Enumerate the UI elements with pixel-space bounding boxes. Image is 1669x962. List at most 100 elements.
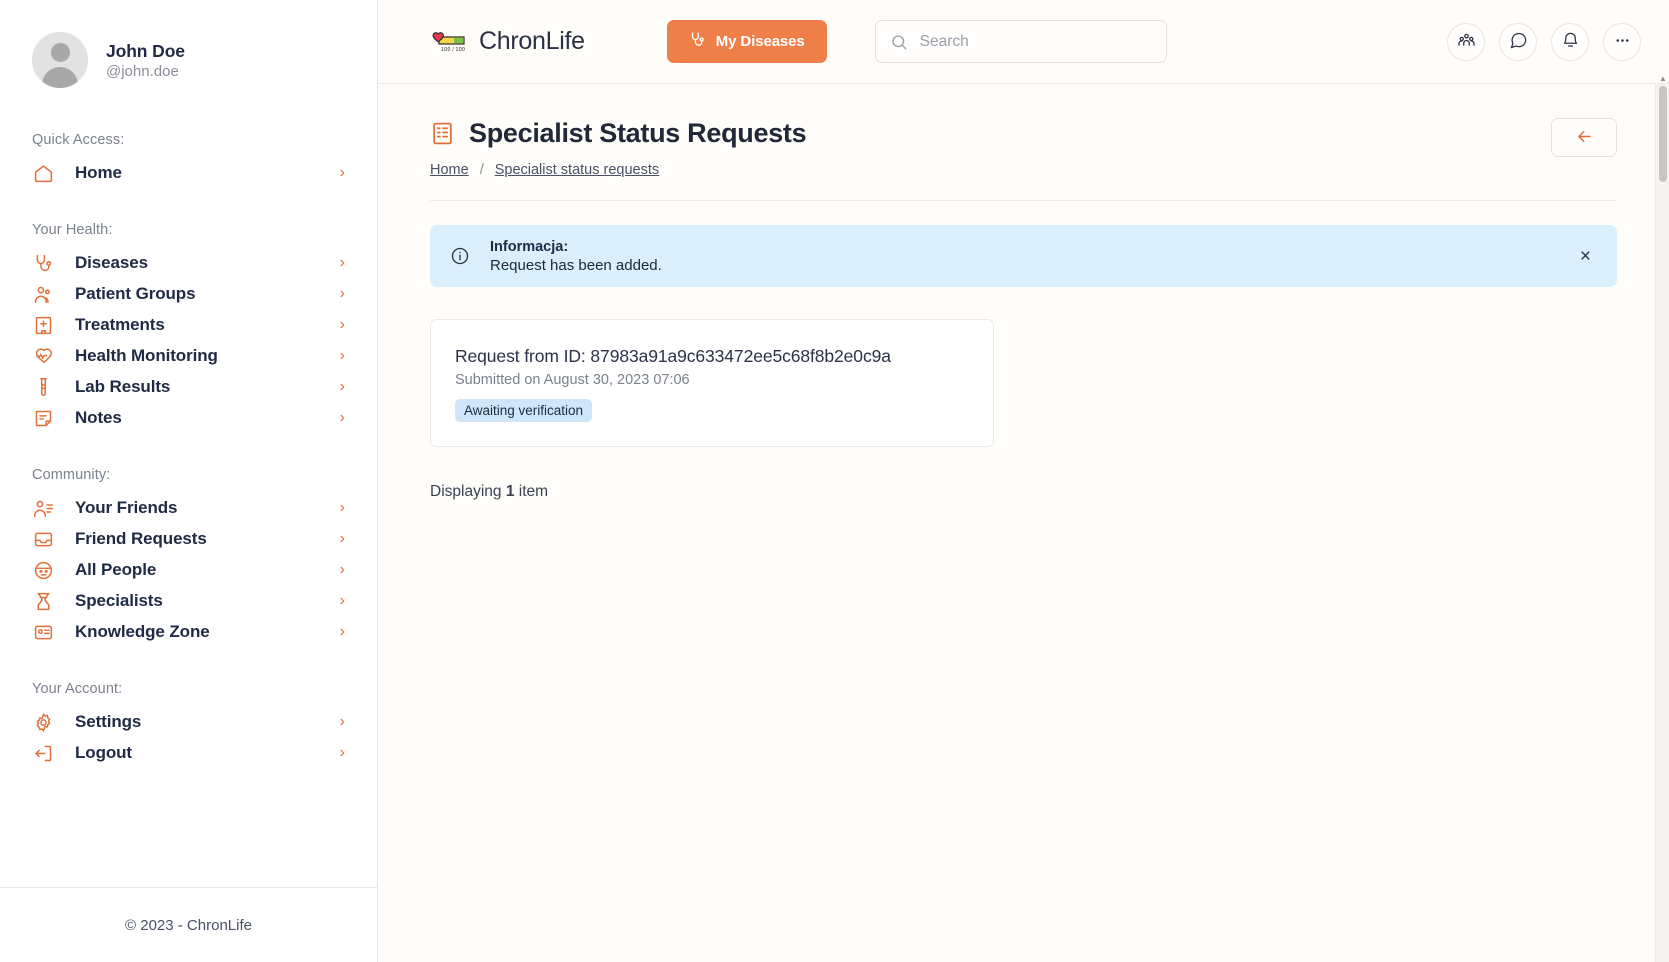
breadcrumb-item-current[interactable]: Specialist status requests: [495, 162, 659, 178]
user-list-icon: [32, 497, 54, 519]
request-card-title: Request from ID: 87983a91a9c633472ee5c68…: [455, 346, 891, 366]
chevron-right-icon: ›: [339, 254, 345, 271]
breadcrumb-item-home[interactable]: Home: [430, 162, 469, 178]
sidebar-item-your-friends[interactable]: Your Friends ›: [30, 493, 347, 523]
sidebar-item-notes[interactable]: Notes ›: [30, 403, 347, 433]
alert-close-button[interactable]: ×: [1576, 247, 1595, 266]
displaying-suffix: item: [514, 483, 549, 500]
sidebar-item-specialists[interactable]: Specialists ›: [30, 586, 347, 616]
sidebar-item-lab-results[interactable]: Lab Results ›: [30, 372, 347, 402]
request-card-submitted: Submitted on August 30, 2023 07:06: [455, 372, 690, 388]
heart-healthbar-logo-icon: 100 / 100: [430, 29, 466, 55]
nav-group-label: Community:: [32, 467, 111, 483]
breadcrumb-separator: /: [479, 162, 484, 178]
nav-group-community: Community: Your Friends › Friend Request…: [30, 467, 347, 647]
chevron-right-icon: ›: [339, 409, 345, 426]
chevron-right-icon: ›: [339, 530, 345, 547]
sidebar-item-settings[interactable]: Settings ›: [30, 707, 347, 737]
sidebar-item-label: Diseases: [75, 253, 148, 272]
search-box[interactable]: [874, 20, 1167, 63]
more-options-button[interactable]: [1603, 22, 1641, 61]
sidebar-item-logout[interactable]: Logout ›: [30, 738, 347, 768]
sidebar-item-label: Home: [75, 163, 122, 182]
scroll-up-arrow[interactable]: ▲: [1659, 74, 1667, 83]
nav-group-your-health: Your Health: Diseases › Patient Groups ›: [30, 222, 347, 433]
sidebar-item-knowledge-zone[interactable]: Knowledge Zone ›: [30, 617, 347, 647]
alert-title: Informacja:: [490, 238, 569, 255]
my-diseases-label: My Diseases: [715, 33, 805, 50]
my-diseases-button[interactable]: My Diseases: [666, 20, 827, 63]
page-title-row: Specialist Status Requests: [430, 118, 807, 149]
page-header-left: Specialist Status Requests Home / Specia…: [430, 118, 807, 178]
profile-handle: @john.doe: [106, 62, 179, 80]
chevron-right-icon: ›: [339, 347, 345, 364]
header-divider: [430, 200, 1617, 201]
inbox-icon: [32, 528, 54, 550]
chevron-right-icon: ›: [339, 713, 345, 730]
status-badge: Awaiting verification: [455, 399, 593, 422]
search-input[interactable]: [919, 32, 1152, 51]
chat-bubble-icon: [1509, 31, 1528, 53]
chevron-right-icon: ›: [339, 378, 345, 395]
bell-icon: [1561, 31, 1580, 53]
page-title: Specialist Status Requests: [469, 118, 807, 148]
svg-text:100 / 100: 100 / 100: [441, 47, 465, 53]
sidebar-item-health-monitoring[interactable]: Health Monitoring ›: [30, 341, 347, 371]
chevron-right-icon: ›: [339, 164, 345, 181]
chevron-right-icon: ›: [339, 285, 345, 302]
home-icon: [32, 162, 54, 184]
profile-name: John Doe: [106, 40, 185, 61]
vertical-scrollbar[interactable]: ▲: [1655, 74, 1669, 962]
sidebar-item-label: Settings: [75, 712, 142, 731]
sidebar-item-label: Logout: [75, 743, 132, 762]
sidebar-item-friend-requests[interactable]: Friend Requests ›: [30, 524, 347, 554]
logout-icon: [32, 742, 54, 764]
sidebar-item-label: All People: [75, 560, 157, 579]
nav-group-quick-access: Quick Access: Home ›: [30, 132, 347, 188]
sidebar-item-label: Friend Requests: [75, 529, 207, 548]
doctor-icon: [32, 590, 54, 612]
nav-group-label: Your Account:: [32, 681, 123, 697]
document-list-icon: [430, 121, 455, 146]
page-content: Specialist Status Requests Home / Specia…: [378, 84, 1669, 962]
copyright-text: © 2023 - ChronLife: [125, 916, 252, 934]
alert-message: Request has been added.: [490, 256, 662, 274]
chevron-right-icon: ›: [339, 623, 345, 640]
stethoscope-icon: [32, 252, 54, 274]
sidebar-footer: © 2023 - ChronLife: [0, 887, 377, 962]
scrollbar-thumb[interactable]: [1659, 86, 1667, 182]
groups-button[interactable]: [1447, 22, 1485, 61]
brand-name: ChronLife: [479, 27, 585, 55]
sidebar-item-label: Your Friends: [75, 498, 178, 517]
globe-face-icon: [32, 559, 54, 581]
chevron-right-icon: ›: [339, 499, 345, 516]
displaying-prefix: Displaying: [430, 483, 506, 500]
sidebar-item-label: Treatments: [75, 315, 165, 334]
search-icon: [890, 33, 908, 51]
profile-summary[interactable]: John Doe @john.doe: [30, 0, 347, 88]
chevron-right-icon: ›: [339, 592, 345, 609]
request-card[interactable]: Request from ID: 87983a91a9c633472ee5c68…: [430, 319, 994, 447]
sidebar-item-patient-groups[interactable]: Patient Groups ›: [30, 279, 347, 309]
sidebar: John Doe @john.doe Quick Access: Home › …: [0, 0, 378, 962]
displaying-count: Displaying 1 item: [430, 483, 1617, 501]
chevron-right-icon: ›: [339, 744, 345, 761]
note-icon: [32, 407, 54, 429]
brand-logo-link[interactable]: 100 / 100 ChronLife: [430, 27, 585, 56]
sidebar-item-home[interactable]: Home ›: [30, 158, 347, 188]
sidebar-item-treatments[interactable]: Treatments ›: [30, 310, 347, 340]
sidebar-item-diseases[interactable]: Diseases ›: [30, 248, 347, 278]
nav-group-your-account: Your Account: Settings › Logout ›: [30, 681, 347, 768]
hospital-icon: [32, 314, 54, 336]
back-button[interactable]: [1551, 118, 1617, 157]
notifications-button[interactable]: [1551, 22, 1589, 61]
sidebar-item-all-people[interactable]: All People ›: [30, 555, 347, 585]
sidebar-item-label: Lab Results: [75, 377, 171, 396]
page-header: Specialist Status Requests Home / Specia…: [430, 118, 1617, 178]
info-alert: Informacja: Request has been added. ×: [430, 225, 1617, 287]
people-group-icon: [1457, 31, 1476, 53]
profile-text: John Doe @john.doe: [106, 41, 185, 80]
heart-pulse-icon: [32, 345, 54, 367]
messages-button[interactable]: [1499, 22, 1537, 61]
alert-body: Informacja: Request has been added.: [490, 239, 1556, 274]
